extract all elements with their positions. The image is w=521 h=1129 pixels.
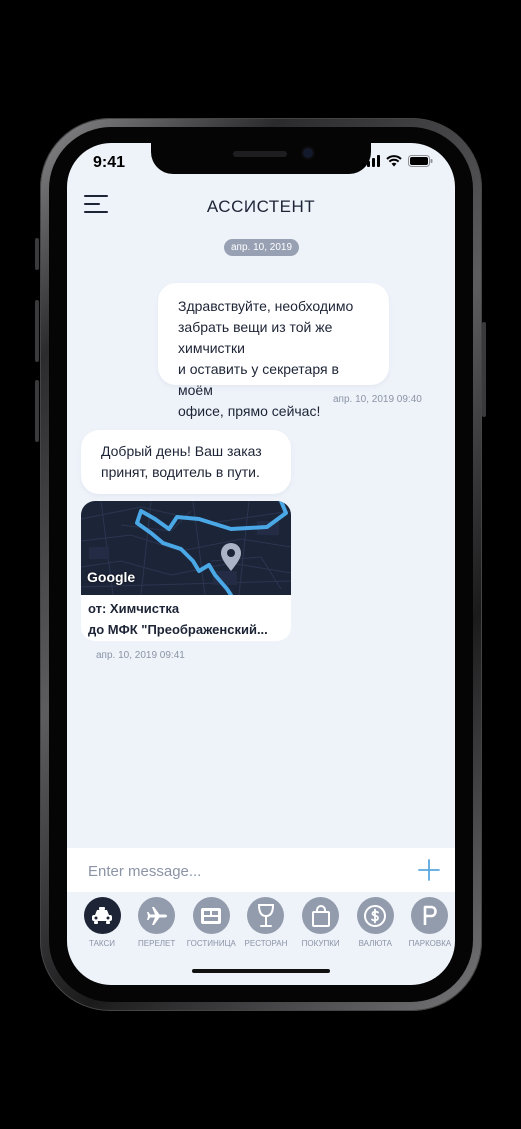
category-flight[interactable]: ПЕРЕЛЕТ — [135, 897, 179, 948]
category-label: ТАКСИ — [88, 939, 116, 948]
airplane-icon — [138, 897, 176, 934]
hotel-icon — [192, 897, 230, 934]
outgoing-message-bubble: Здравствуйте, необходимо забрать вещи из… — [158, 283, 389, 419]
app-screen: 9:41 АССИСТЕНТ апр. 10, 2019 Здравствуйт… — [67, 143, 455, 985]
status-time: 9:41 — [93, 154, 126, 171]
add-attachment-plus-icon[interactable] — [418, 859, 440, 881]
power-button — [482, 322, 486, 417]
service-category-bar: ТАКСИ ПЕРЕЛЕТ ГОСТИНИЦА РЕСТОРАН ПОКУПКИ… — [80, 897, 452, 948]
home-indicator[interactable] — [192, 969, 330, 973]
speaker-grille — [233, 151, 287, 157]
category-label: ПАРКОВКА — [408, 939, 452, 948]
category-parking[interactable]: ПАРКОВКА — [408, 897, 452, 948]
device-mockup: 9:41 АССИСТЕНТ апр. 10, 2019 Здравствуйт… — [0, 0, 521, 1129]
status-icons — [362, 155, 433, 167]
volume-down-button — [35, 380, 39, 442]
message-line: Здравствуйте, необходимо — [178, 298, 354, 314]
taxi-icon — [83, 897, 121, 934]
cellular-signal-icon — [362, 155, 380, 167]
message-line: Добрый день! Ваш заказ — [101, 443, 262, 459]
currency-icon — [356, 897, 394, 934]
front-camera — [303, 148, 313, 158]
shopping-bag-icon — [302, 897, 340, 934]
parking-icon — [411, 897, 449, 934]
message-line: забрать вещи из той же химчистки — [178, 319, 333, 356]
route-from: от: Химчистка — [88, 601, 180, 616]
wine-glass-icon — [247, 897, 285, 934]
notch — [151, 143, 371, 174]
category-hotel[interactable]: ГОСТИНИЦА — [186, 897, 236, 948]
route-map-card[interactable]: Google от: Химчистка до МФК "Преображенс… — [81, 501, 291, 641]
category-restaurant[interactable]: РЕСТОРАН — [244, 897, 288, 948]
battery-icon — [408, 155, 433, 167]
category-label: ПОКУПКИ — [301, 939, 340, 948]
volume-up-button — [35, 300, 39, 362]
message-input[interactable] — [86, 858, 410, 884]
category-label: ВАЛЮТА — [358, 939, 392, 948]
date-divider: апр. 10, 2019 — [224, 239, 300, 256]
route-card-timestamp: апр. 10, 2019 09:41 — [96, 650, 185, 661]
route-to: до МФК "Преображенский... — [88, 622, 268, 637]
message-line: принят, водитель в пути. — [101, 464, 260, 480]
page-title: АССИСТЕНТ — [206, 197, 316, 216]
wifi-icon — [386, 155, 402, 167]
message-composer — [67, 848, 455, 892]
google-map-logo: Google — [87, 569, 136, 585]
category-shopping[interactable]: ПОКУПКИ — [299, 897, 343, 948]
category-label: ПЕРЕЛЕТ — [138, 939, 176, 948]
category-label: ГОСТИНИЦА — [186, 939, 236, 948]
category-currency[interactable]: ВАЛЮТА — [353, 897, 397, 948]
silent-switch — [35, 238, 39, 270]
outgoing-message-timestamp: апр. 10, 2019 09:40 — [333, 394, 422, 405]
incoming-message-bubble: Добрый день! Ваш заказ принят, водитель … — [81, 430, 291, 494]
category-label: РЕСТОРАН — [244, 939, 288, 948]
category-taxi[interactable]: ТАКСИ — [80, 897, 124, 948]
